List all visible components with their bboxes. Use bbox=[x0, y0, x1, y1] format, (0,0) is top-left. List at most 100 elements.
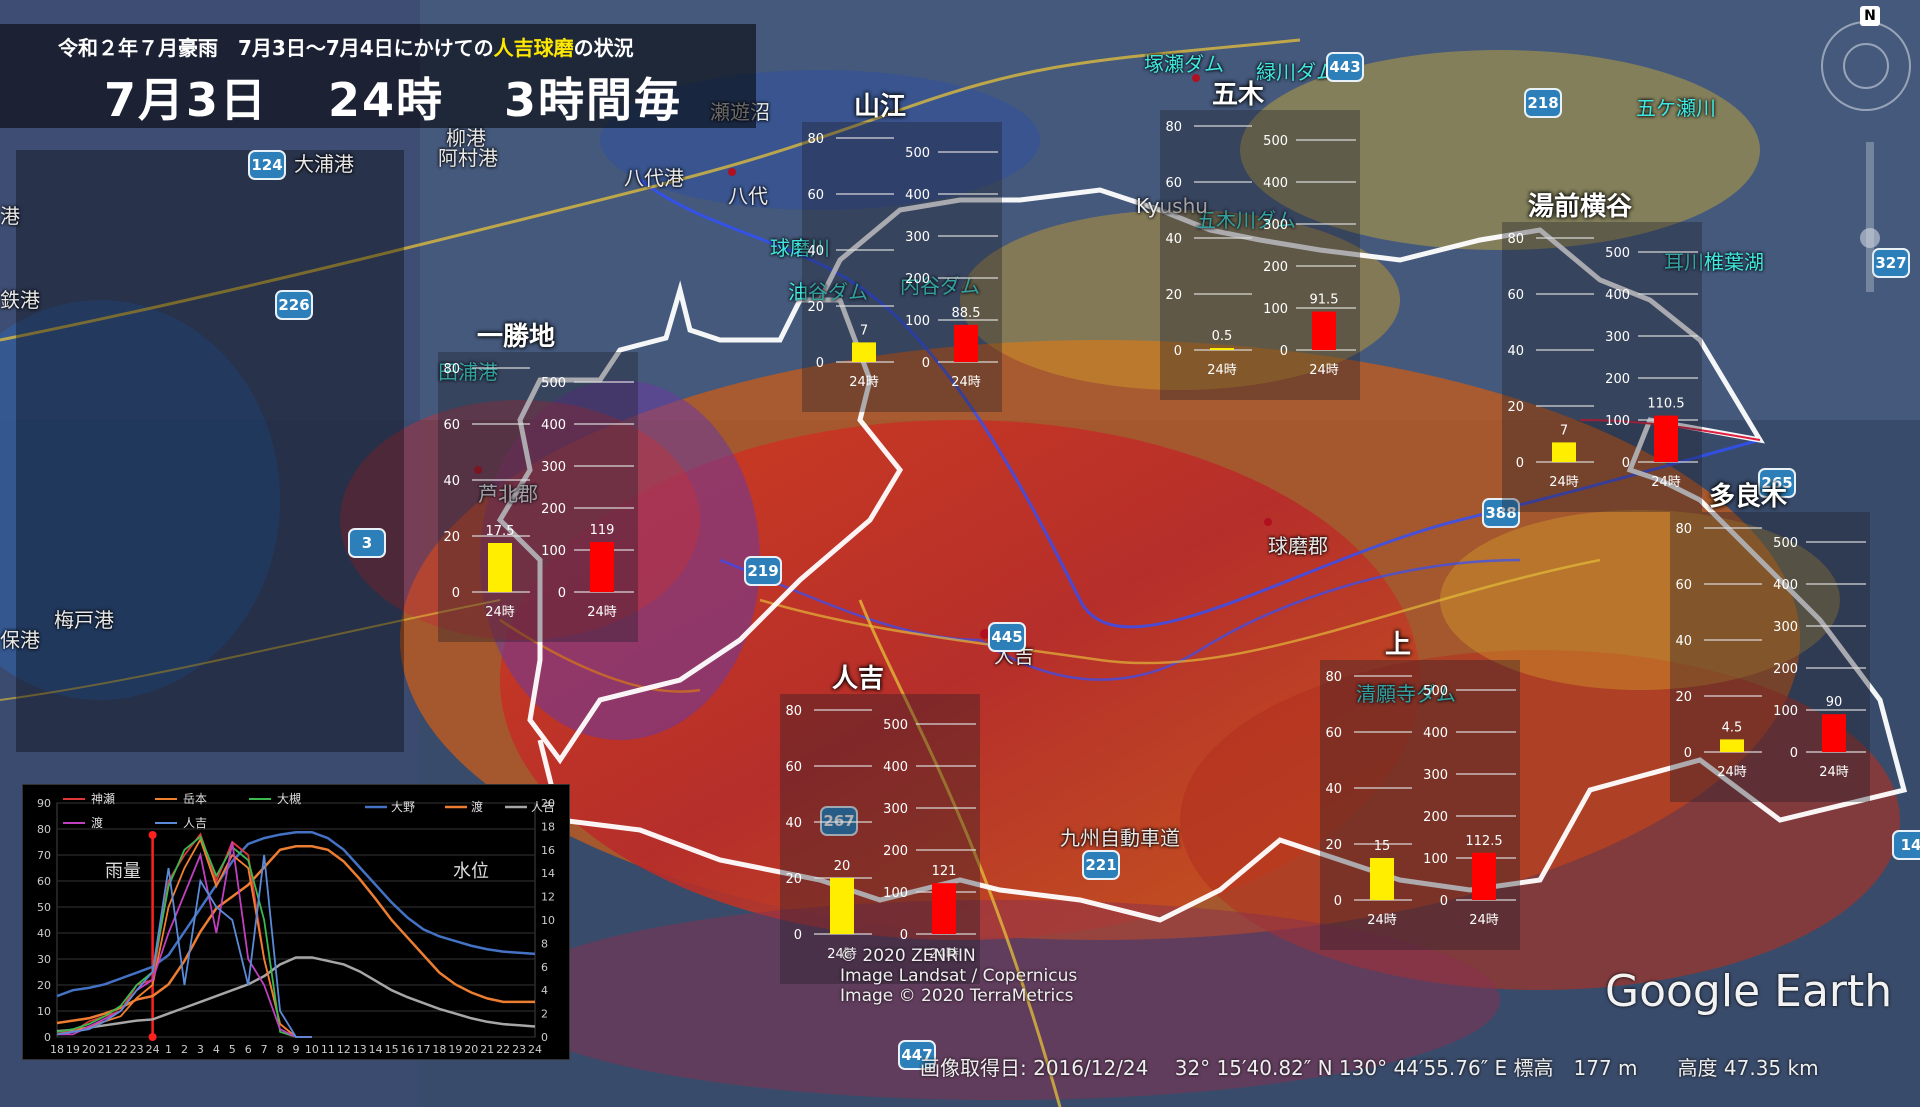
rain-tick-label: 0 bbox=[1684, 746, 1692, 761]
x-tick-label: 24 bbox=[528, 1043, 542, 1056]
compass-ring-icon[interactable] bbox=[1821, 21, 1911, 111]
rain-tick-label: 20 bbox=[1165, 288, 1182, 303]
place-label[interactable]: 八代 bbox=[728, 180, 768, 209]
level-tick-label: 300 bbox=[541, 460, 566, 475]
level-tick-label: 0 bbox=[922, 356, 930, 371]
place-label[interactable]: 緑川ダム bbox=[1256, 56, 1336, 85]
level-tick-label: 500 bbox=[541, 376, 566, 391]
rain-tick-label: 20 bbox=[1507, 400, 1524, 415]
route-shield: 3 bbox=[348, 528, 386, 558]
station-gauge-chart: 0 20 40 60 80 0 100 200 300 400 500 7 110.5 24時 24時 bbox=[1502, 222, 1702, 512]
zoom-handle-icon[interactable] bbox=[1860, 228, 1880, 248]
rainfall-waterlevel-chart: 0 10 20 30 40 50 60 70 80 90 0 2 4 6 8 10 12 14 16 18 20 18 19… bbox=[22, 784, 570, 1060]
place-label[interactable]: 港 bbox=[0, 200, 20, 229]
gauge-panel bbox=[438, 352, 638, 642]
level-tick-label: 200 bbox=[1773, 662, 1798, 677]
rain-tick-label: 20 bbox=[807, 300, 824, 315]
rain-tick-label: 60 bbox=[1507, 288, 1524, 303]
north-indicator[interactable]: N bbox=[1860, 6, 1880, 26]
interval-label: 3時間毎 bbox=[504, 73, 683, 127]
station-name: 人吉 bbox=[831, 664, 885, 694]
left-tick-label: 80 bbox=[37, 823, 51, 836]
x-tick-label: 14 bbox=[369, 1043, 383, 1056]
rain-bar bbox=[830, 878, 854, 934]
station-name: 五木 bbox=[1211, 80, 1265, 110]
x-tick-label: 5 bbox=[229, 1043, 236, 1056]
place-label[interactable]: 塚瀬ダム bbox=[1144, 48, 1224, 77]
level-tick-label: 100 bbox=[883, 886, 908, 901]
level-tick-label: 200 bbox=[1605, 372, 1630, 387]
rain-bar bbox=[1210, 348, 1234, 350]
place-label[interactable]: 梅戸港 bbox=[54, 604, 114, 633]
zoom-slider[interactable] bbox=[1866, 142, 1874, 292]
rain-tick-label: 0 bbox=[1516, 456, 1524, 471]
place-label[interactable]: 大浦港 bbox=[294, 148, 354, 177]
rain-axis-caption: 雨量 bbox=[105, 861, 141, 882]
rain-tick-label: 80 bbox=[1165, 120, 1182, 135]
place-label[interactable]: 九州自動車道 bbox=[1060, 822, 1180, 851]
x-tick-label: 7 bbox=[261, 1043, 268, 1056]
x-tick-label: 18 bbox=[50, 1043, 64, 1056]
rain-tick-label: 80 bbox=[1325, 670, 1342, 685]
level-tick-label: 300 bbox=[905, 230, 930, 245]
time-label: 24時 bbox=[1651, 475, 1681, 490]
rain-tick-label: 0 bbox=[816, 356, 824, 371]
route-shield: 14 bbox=[1892, 830, 1920, 860]
left-tick-label: 20 bbox=[37, 979, 51, 992]
left-tick-label: 90 bbox=[37, 797, 51, 810]
navigation-controls[interactable]: N bbox=[1808, 6, 1914, 306]
place-label[interactable]: 五ケ瀬川 bbox=[1636, 92, 1716, 121]
time-label: 24時 bbox=[485, 605, 515, 620]
time-label: 24時 bbox=[1469, 913, 1499, 928]
station-name: 山江 bbox=[853, 92, 907, 122]
legend-entry: 神瀬 bbox=[91, 792, 115, 806]
place-label[interactable]: 保港 bbox=[0, 624, 40, 653]
x-tick-label: 2 bbox=[181, 1043, 188, 1056]
place-label[interactable]: 八代港 bbox=[624, 162, 684, 191]
level-value-label: 90 bbox=[1826, 695, 1843, 710]
left-tick-label: 30 bbox=[37, 953, 51, 966]
level-tick-label: 200 bbox=[1263, 260, 1288, 275]
credit-line: © 2020 ZENRIN bbox=[840, 946, 976, 966]
level-tick-label: 0 bbox=[1440, 894, 1448, 909]
gauge-panel bbox=[1502, 222, 1702, 512]
place-label[interactable]: 球磨郡 bbox=[1268, 530, 1328, 559]
rain-bar bbox=[852, 342, 876, 362]
route-shield: 221 bbox=[1082, 850, 1120, 880]
look-joystick-icon[interactable] bbox=[1843, 43, 1889, 89]
left-tick-label: 60 bbox=[37, 875, 51, 888]
place-label[interactable]: 阿村港 bbox=[438, 142, 498, 171]
station-gauge-chart: 0 20 40 60 80 0 100 200 300 400 500 0.5 91.5 24時 24時 bbox=[1160, 110, 1360, 400]
x-tick-label: 23 bbox=[130, 1043, 144, 1056]
place-label[interactable]: 鉄港 bbox=[0, 284, 40, 313]
rain-tick-label: 40 bbox=[1507, 344, 1524, 359]
level-tick-label: 300 bbox=[1773, 620, 1798, 635]
level-value-label: 119 bbox=[590, 523, 615, 538]
left-tick-label: 70 bbox=[37, 849, 51, 862]
route-shield: 219 bbox=[744, 556, 782, 586]
title-panel: 令和２年７月豪雨 7月3日～7月4日にかけての人吉球磨の状況 7月3日 24時 3時… bbox=[0, 24, 756, 128]
station-name: 一勝地 bbox=[476, 322, 556, 352]
level-tick-label: 300 bbox=[883, 802, 908, 817]
rain-tick-label: 40 bbox=[807, 244, 824, 259]
x-tick-label: 13 bbox=[353, 1043, 367, 1056]
legend-entry: 大野 bbox=[391, 800, 415, 814]
hour-label: 24時 bbox=[328, 73, 445, 127]
x-tick-label: 9 bbox=[293, 1043, 300, 1056]
right-tick-label: 0 bbox=[541, 1031, 548, 1044]
time-label: 24時 bbox=[1717, 765, 1747, 780]
level-tick-label: 400 bbox=[541, 418, 566, 433]
legend-entry: 渡 bbox=[91, 815, 103, 830]
time-label: 24時 bbox=[1309, 363, 1339, 378]
marker-head bbox=[148, 831, 157, 839]
level-tick-label: 400 bbox=[1423, 726, 1448, 741]
level-value-label: 121 bbox=[932, 864, 957, 879]
x-tick-label: 19 bbox=[448, 1043, 462, 1056]
rain-value-label: 15 bbox=[1374, 839, 1391, 854]
x-tick-label: 20 bbox=[82, 1043, 96, 1056]
time-label: 24時 bbox=[1207, 363, 1237, 378]
x-tick-label: 11 bbox=[321, 1043, 335, 1056]
datetime-heading: 7月3日 24時 3時間毎 bbox=[104, 64, 742, 130]
gauge-panel bbox=[1320, 660, 1520, 950]
rain-tick-label: 20 bbox=[785, 872, 802, 887]
